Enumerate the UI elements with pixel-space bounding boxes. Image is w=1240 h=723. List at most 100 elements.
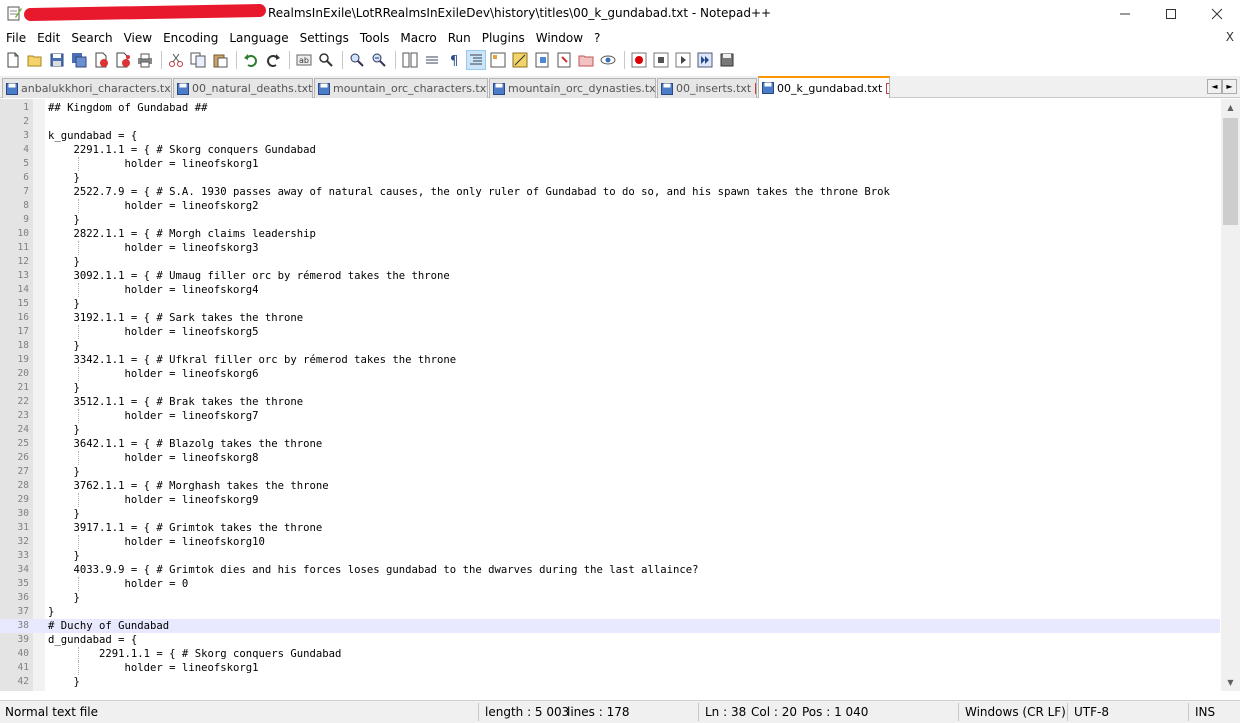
cut-icon[interactable] <box>166 50 186 70</box>
tab-anbalukkhori-characters[interactable]: anbalukkhori_characters.txt ✕ <box>2 78 172 98</box>
menu-search[interactable]: Search <box>65 31 117 45</box>
print-icon[interactable] <box>135 50 155 70</box>
code-text: holder = lineofskorg8 <box>48 452 259 464</box>
tab-close-icon[interactable]: ✕ <box>886 82 889 94</box>
tab-natural-deaths[interactable]: 00_natural_deaths.txt ✕ <box>173 78 313 98</box>
status-column: Col : 20 <box>751 705 797 719</box>
record-macro-icon[interactable] <box>629 50 649 70</box>
tab-scroll-right-icon[interactable]: ► <box>1222 79 1237 94</box>
code-text: holder = lineofskorg4 <box>48 284 259 296</box>
code-text: 3092.1.1 = { # Umaug filler orc by rémer… <box>48 270 450 282</box>
new-file-icon[interactable] <box>3 50 23 70</box>
code-line: 32 holder = lineofskorg10 <box>0 535 1220 549</box>
line-number: 41 <box>17 662 29 673</box>
code-line: 1 ## Kingdom of Gundabad ## <box>0 101 1220 115</box>
code-line: 4 2291.1.1 = { # Skorg conquers Gundabad <box>0 143 1220 157</box>
menu-language[interactable]: Language <box>223 31 293 45</box>
doc-map-icon[interactable] <box>532 50 552 70</box>
tab-k-gundabad[interactable]: 00_k_gundabad.txt ✕ <box>758 76 890 98</box>
scrollbar-thumb[interactable] <box>1223 118 1238 225</box>
code-text: } <box>48 214 80 226</box>
code-line: 33 } <box>0 549 1220 563</box>
code-text: holder = lineofskorg9 <box>48 494 259 506</box>
copy-icon[interactable] <box>188 50 208 70</box>
tab-mountain-orc-dynasties[interactable]: mountain_orc_dynasties.txt ✕ <box>489 78 656 98</box>
scroll-up-icon[interactable]: ▲ <box>1221 99 1240 116</box>
code-line: 9 } <box>0 213 1220 227</box>
indent-guide-icon[interactable] <box>488 50 508 70</box>
menu-file[interactable]: File <box>0 31 31 45</box>
code-text: holder = 0 <box>48 578 189 590</box>
save-all-icon[interactable] <box>69 50 89 70</box>
menu-encoding[interactable]: Encoding <box>157 31 223 45</box>
menu-window[interactable]: Window <box>530 31 588 45</box>
code-line: 14 holder = lineofskorg4 <box>0 283 1220 297</box>
code-line: 2 <box>0 115 1220 129</box>
close-all-icon[interactable] <box>113 50 133 70</box>
menu-settings[interactable]: Settings <box>294 31 354 45</box>
editor-area[interactable]: 1 ## Kingdom of Gundabad ## 2 3 k_gundabad =… <box>0 99 1240 691</box>
code-line: 8 holder = lineofskorg2 <box>0 199 1220 213</box>
close-document-button[interactable]: X <box>1226 30 1234 44</box>
menu-edit[interactable]: Edit <box>31 31 65 45</box>
folder-workspace-icon[interactable] <box>576 50 596 70</box>
line-number: 14 <box>17 284 29 295</box>
save-icon[interactable] <box>47 50 67 70</box>
paste-icon[interactable] <box>210 50 230 70</box>
tab-scroll-left-icon[interactable]: ◄ <box>1207 79 1222 94</box>
vertical-scrollbar[interactable]: ▲ ▼ <box>1221 99 1240 691</box>
menu-tools[interactable]: Tools <box>354 31 395 45</box>
tab-inserts[interactable]: 00_inserts.txt ✕ <box>657 78 757 98</box>
minimize-button[interactable] <box>1102 0 1148 27</box>
tab-mountain-orc-characters[interactable]: mountain_orc_characters.txt ✕ <box>314 78 488 98</box>
line-number: 8 <box>23 200 29 211</box>
undo-icon[interactable] <box>241 50 261 70</box>
show-all-characters-icon[interactable] <box>466 50 486 70</box>
menu-bar: File Edit Search View Encoding Language … <box>0 29 1240 47</box>
status-length: length : 5 003 <box>485 705 570 719</box>
word-wrap-icon[interactable]: ¶ <box>444 50 464 70</box>
play-macro-icon[interactable] <box>673 50 693 70</box>
scroll-down-icon[interactable]: ▼ <box>1221 674 1240 691</box>
monitoring-icon[interactable] <box>598 50 618 70</box>
run-macro-multiple-icon[interactable] <box>695 50 715 70</box>
menu-view[interactable]: View <box>118 31 157 45</box>
stop-macro-icon[interactable] <box>651 50 671 70</box>
sync-horizontal-icon[interactable] <box>422 50 442 70</box>
close-icon[interactable] <box>91 50 111 70</box>
find-icon[interactable]: ab <box>294 50 314 70</box>
close-window-button[interactable] <box>1194 0 1240 27</box>
line-number: 2 <box>23 116 29 127</box>
code-line: 11 holder = lineofskorg3 <box>0 241 1220 255</box>
code-text: holder = lineofskorg10 <box>48 536 265 548</box>
toolbar: ab ¶ <box>0 48 1240 72</box>
user-language-icon[interactable] <box>510 50 530 70</box>
menu-plugins[interactable]: Plugins <box>476 31 530 45</box>
code-line: 27 } <box>0 465 1220 479</box>
code-line: 15 } <box>0 297 1220 311</box>
save-macro-icon[interactable] <box>717 50 737 70</box>
replace-icon[interactable] <box>316 50 336 70</box>
open-file-icon[interactable] <box>25 50 45 70</box>
line-number: 3 <box>23 130 29 141</box>
zoom-out-icon[interactable] <box>369 50 389 70</box>
code-text: k_gundabad = { <box>48 130 138 142</box>
sync-vertical-icon[interactable] <box>400 50 420 70</box>
menu-macro[interactable]: Macro <box>394 31 441 45</box>
maximize-button[interactable] <box>1148 0 1194 27</box>
code-line: 26 holder = lineofskorg8 <box>0 451 1220 465</box>
tab-label: 00_inserts.txt <box>676 82 752 95</box>
line-number: 25 <box>17 438 29 449</box>
function-list-icon[interactable] <box>554 50 574 70</box>
code-line: 3 k_gundabad = { <box>0 129 1220 143</box>
menu-help[interactable]: ? <box>588 31 605 45</box>
line-number: 39 <box>17 634 29 645</box>
line-number: 21 <box>17 382 29 393</box>
code-line: 41 holder = lineofskorg1 <box>0 661 1220 675</box>
line-number: 28 <box>17 480 29 491</box>
menu-run[interactable]: Run <box>442 31 476 45</box>
code-line: 19 3342.1.1 = { # Ufkral filler orc by r… <box>0 353 1220 367</box>
tab-close-icon[interactable]: ✕ <box>755 83 756 94</box>
zoom-in-icon[interactable] <box>347 50 367 70</box>
redo-icon[interactable] <box>263 50 283 70</box>
